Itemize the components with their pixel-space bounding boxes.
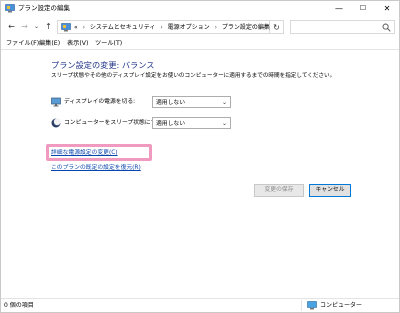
- window-title: プラン設定の編集: [18, 4, 70, 12]
- display-off-value: 適用しない: [156, 100, 185, 106]
- window: プラン設定の編集 — ☐ ✕ ← → ⌄ ↑ « › システムとセキュリティ ›…: [0, 0, 400, 313]
- address-dropdown-button[interactable]: ⌄: [261, 22, 266, 32]
- breadcrumb-separator[interactable]: ›: [83, 24, 85, 31]
- page-description: スリープ状態やその他のディスプレイ設定をお使いのコンピューターに適用するまでの時…: [51, 73, 336, 79]
- refresh-button[interactable]: ↻: [270, 20, 284, 34]
- address-bar[interactable]: « › システムとセキュリティ › 電源オプション › プラン設定の編集 ⌄: [57, 20, 270, 34]
- advanced-settings-link-text[interactable]: 詳細な電源設定の変更(C): [51, 150, 118, 156]
- control-panel-icon: [61, 23, 71, 32]
- advanced-settings-link[interactable]: 詳細な電源設定の変更(C): [51, 149, 118, 157]
- minimize-button[interactable]: —: [327, 1, 351, 16]
- menu-edit[interactable]: 編集(E): [39, 39, 60, 48]
- sleep-value: 適用しない: [156, 121, 185, 127]
- navigation-bar: ← → ⌄ ↑ « › システムとセキュリティ › 電源オプション › プラン設…: [1, 17, 399, 37]
- breadcrumb: « › システムとセキュリティ › 電源オプション › プラン設定の編集: [74, 23, 270, 32]
- moon-icon: [51, 118, 61, 128]
- main-content: プラン設定の変更: バランス スリープ状態やその他のディスプレイ設定をお使いのコ…: [1, 50, 399, 298]
- display-off-label: ディスプレイの電源を切る:: [64, 99, 136, 105]
- recent-locations-button[interactable]: ⌄: [31, 21, 42, 32]
- chevron-down-icon: ⌄: [221, 120, 227, 127]
- breadcrumb-overflow[interactable]: «: [74, 24, 78, 31]
- sleep-label: コンピューターをスリープ状態にする:: [64, 120, 165, 126]
- monitor-icon: [51, 97, 61, 107]
- item-count: 0 個の項目: [4, 302, 34, 309]
- chevron-down-icon: ⌄: [221, 99, 227, 106]
- title-bar: プラン設定の編集 — ☐ ✕: [1, 1, 399, 17]
- forward-button[interactable]: →: [19, 21, 30, 32]
- display-off-select[interactable]: 適用しない ⌄: [152, 96, 231, 108]
- restore-defaults-link[interactable]: このプランの既定の設定を復元(R): [51, 164, 141, 172]
- up-button[interactable]: ↑: [43, 21, 54, 32]
- computer-icon: [307, 301, 317, 310]
- location-label: コンピューター: [320, 302, 363, 309]
- page-title: プラン設定の変更: バランス: [51, 60, 155, 70]
- breadcrumb-system-security[interactable]: システムとセキュリティ: [90, 24, 155, 31]
- save-changes-button[interactable]: 変更の保存: [254, 184, 304, 197]
- maximize-button[interactable]: ☐: [351, 1, 375, 16]
- breadcrumb-separator[interactable]: ›: [215, 24, 217, 31]
- breadcrumb-separator[interactable]: ›: [160, 24, 162, 31]
- status-divider: [301, 300, 302, 311]
- status-bar: 0 個の項目 コンピューター: [1, 298, 399, 312]
- close-button[interactable]: ✕: [375, 1, 399, 16]
- sleep-select[interactable]: 適用しない ⌄: [152, 117, 231, 129]
- display-off-setting: ディスプレイの電源を切る: 適用しない ⌄: [51, 96, 241, 108]
- breadcrumb-power-options[interactable]: 電源オプション: [168, 24, 210, 31]
- search-input[interactable]: [290, 20, 395, 34]
- control-panel-icon: [5, 4, 15, 13]
- menu-tools[interactable]: ツール(T): [95, 39, 122, 48]
- search-icon: [382, 23, 391, 32]
- menu-file[interactable]: ファイル(F): [6, 39, 39, 48]
- menu-view[interactable]: 表示(V): [67, 39, 88, 48]
- sleep-setting: コンピューターをスリープ状態にする: 適用しない ⌄: [51, 117, 241, 129]
- restore-defaults-link-text[interactable]: このプランの既定の設定を復元(R): [51, 165, 141, 171]
- back-button[interactable]: ←: [6, 21, 17, 32]
- menu-bar: ファイル(F) 編集(E) 表示(V) ツール(T): [1, 37, 399, 50]
- cancel-button[interactable]: キャンセル: [309, 184, 351, 197]
